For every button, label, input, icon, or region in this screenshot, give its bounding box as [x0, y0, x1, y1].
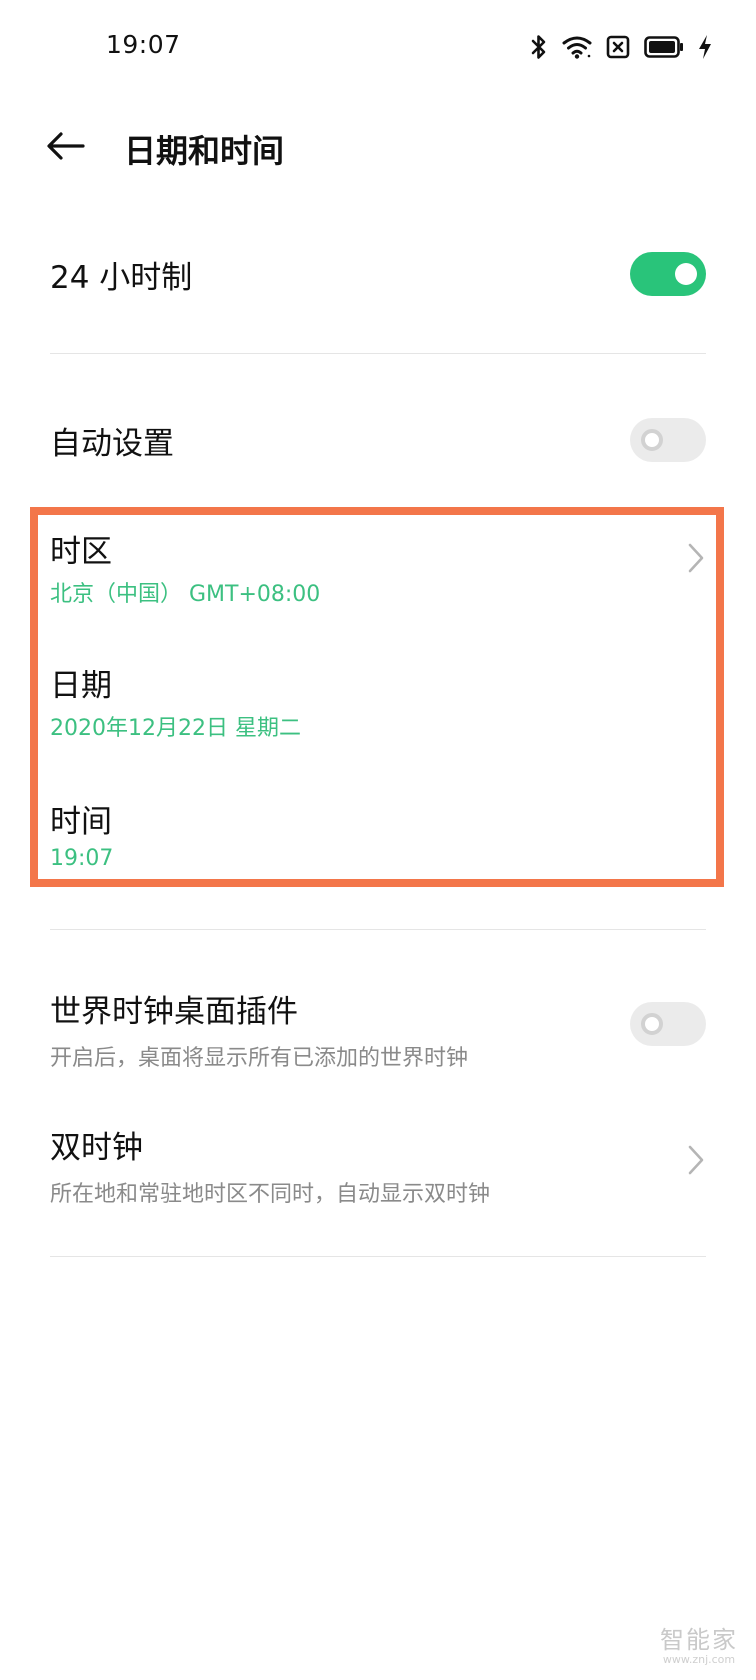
chevron-right-icon — [686, 1144, 706, 1176]
timezone-value: 北京（中国） GMT+08:00 — [50, 582, 321, 607]
hour24-label: 24 小时制 — [50, 260, 193, 296]
world-clock-widget-row[interactable]: 世界时钟桌面插件 开启后，桌面将显示所有已添加的世界时钟 — [0, 972, 756, 1096]
header: 日期和时间 — [0, 100, 756, 196]
status-time: 19:07 — [106, 30, 181, 59]
bluetooth-icon — [530, 33, 548, 61]
watermark-url: www.znj.com — [662, 1653, 736, 1666]
timezone-label: 时区 — [50, 534, 112, 570]
toggle-knob — [641, 1013, 663, 1035]
page-title: 日期和时间 — [124, 132, 285, 170]
time-row[interactable]: 时间 19:07 — [0, 782, 756, 882]
arrow-left-icon — [46, 131, 86, 165]
dual-clock-description: 所在地和常驻地时区不同时，自动显示双时钟 — [50, 1182, 491, 1207]
auto-set-toggle[interactable] — [630, 418, 706, 462]
toggle-knob — [675, 263, 697, 285]
divider — [50, 1256, 706, 1257]
world-clock-widget-toggle[interactable] — [630, 1002, 706, 1046]
back-button[interactable] — [38, 122, 94, 174]
dual-clock-row[interactable]: 双时钟 所在地和常驻地时区不同时，自动显示双时钟 — [0, 1108, 756, 1232]
chevron-right-icon — [686, 542, 706, 574]
time-value: 19:07 — [50, 846, 114, 871]
divider — [50, 353, 706, 354]
dual-clock-label: 双时钟 — [50, 1130, 143, 1166]
charging-icon — [698, 34, 712, 60]
date-value: 2020年12月22日 星期二 — [50, 716, 301, 741]
status-icons — [530, 30, 712, 64]
date-row[interactable]: 日期 2020年12月22日 星期二 — [0, 646, 756, 772]
world-clock-widget-description: 开启后，桌面将显示所有已添加的世界时钟 — [50, 1046, 469, 1071]
watermark-name: 智能家 — [660, 1626, 738, 1654]
hour24-row[interactable]: 24 小时制 — [0, 216, 756, 336]
sim-off-icon — [606, 35, 630, 59]
time-label: 时间 — [50, 804, 112, 840]
hour24-toggle[interactable] — [630, 252, 706, 296]
divider — [50, 929, 706, 930]
auto-set-label: 自动设置 — [50, 426, 174, 462]
wifi-icon — [562, 35, 592, 59]
status-bar: 19:07 — [0, 0, 756, 96]
auto-set-row[interactable]: 自动设置 — [0, 380, 756, 500]
watermark: 智能家 www.znj.com — [660, 1620, 738, 1666]
world-clock-widget-label: 世界时钟桌面插件 — [50, 994, 298, 1030]
toggle-knob — [641, 429, 663, 451]
date-label: 日期 — [50, 668, 112, 704]
timezone-row[interactable]: 时区 北京（中国） GMT+08:00 — [0, 512, 756, 638]
battery-icon — [644, 36, 684, 58]
